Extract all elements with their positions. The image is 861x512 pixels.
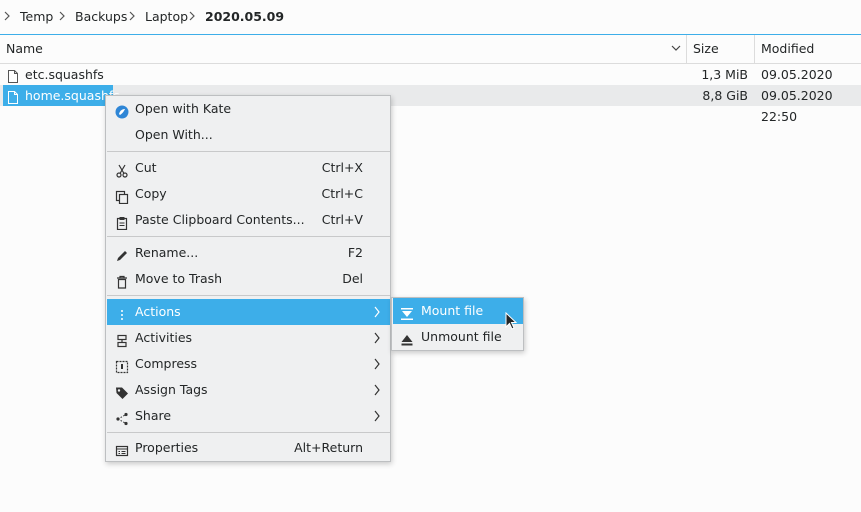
menu-item-label: Move to Trash xyxy=(135,271,223,286)
scissors-icon xyxy=(115,161,129,178)
menu-item-shortcut: Alt+Return xyxy=(294,440,363,455)
breadcrumb-label: Backups xyxy=(75,9,128,24)
menu-item-label: Compress xyxy=(135,356,198,371)
submenu-item-unmount-file[interactable]: Unmount file xyxy=(393,324,523,350)
breadcrumb-item-laptop[interactable]: Laptop xyxy=(129,8,188,26)
menu-item-share[interactable]: Share xyxy=(107,403,390,429)
share-icon xyxy=(115,409,129,426)
menu-item-shortcut: Del xyxy=(342,271,363,286)
chevron-right-icon xyxy=(4,8,16,26)
kate-icon xyxy=(115,102,129,119)
menu-item-cut[interactable]: Cut Ctrl+X xyxy=(107,155,390,181)
menu-item-shortcut: F2 xyxy=(347,245,363,260)
file-row[interactable]: etc.squashfs 1,3 MiB 09.05.2020 23:09 xyxy=(0,64,861,103)
menu-item-rename[interactable]: Rename... F2 xyxy=(107,240,390,266)
menu-item-assign-tags[interactable]: Assign Tags xyxy=(107,377,390,403)
properties-icon xyxy=(115,441,129,457)
submenu-item-label: Mount file xyxy=(421,303,484,318)
pencil-icon xyxy=(115,246,129,261)
menu-item-paste[interactable]: Paste Clipboard Contents... Ctrl+V xyxy=(107,207,390,233)
trash-icon xyxy=(115,272,129,289)
column-header: Name Size Modified xyxy=(0,35,861,64)
kebab-menu-icon xyxy=(115,305,129,320)
menu-item-actions[interactable]: Actions xyxy=(107,299,390,325)
menu-item-label: Paste Clipboard Contents... xyxy=(135,212,305,227)
file-modified: 09.05.2020 22:50 xyxy=(761,88,833,124)
breadcrumb-label: 2020.05.09 xyxy=(205,9,285,24)
menu-separator xyxy=(107,432,390,433)
menu-item-shortcut: Ctrl+X xyxy=(321,160,363,175)
menu-item-label: Open With... xyxy=(135,127,213,142)
chevron-right-icon xyxy=(189,8,201,26)
menu-separator xyxy=(107,236,390,237)
menu-item-label: Rename... xyxy=(135,245,199,260)
chevron-right-icon xyxy=(129,8,141,26)
menu-item-label: Share xyxy=(135,408,172,423)
menu-item-label: Activities xyxy=(135,330,193,345)
breadcrumb-item-current[interactable]: 2020.05.09 xyxy=(189,8,284,26)
column-divider[interactable] xyxy=(686,35,687,63)
menu-item-move-to-trash[interactable]: Move to Trash Del xyxy=(107,266,390,292)
menu-item-label: Cut xyxy=(135,160,157,175)
context-menu: Open with Kate Open With... Cut Ctrl+X C… xyxy=(105,95,391,462)
menu-item-open-with-kate[interactable]: Open with Kate xyxy=(107,96,390,122)
breadcrumb-label: Temp xyxy=(20,9,54,24)
chevron-right-icon xyxy=(59,8,71,26)
breadcrumb-label: Laptop xyxy=(145,9,189,24)
submenu-item-mount-file[interactable]: Mount file xyxy=(393,298,523,324)
menu-separator xyxy=(107,295,390,296)
file-name: etc.squashfs xyxy=(25,67,104,82)
menu-item-label: Properties xyxy=(135,440,199,455)
menu-item-label: Copy xyxy=(135,186,167,201)
column-name-header[interactable]: Name xyxy=(6,35,43,63)
mount-icon xyxy=(400,304,414,320)
tag-icon xyxy=(115,383,129,399)
breadcrumb-item-temp[interactable]: Temp xyxy=(4,8,53,26)
file-icon xyxy=(8,68,18,83)
menu-item-shortcut: Ctrl+C xyxy=(321,186,363,201)
menu-item-compress[interactable]: Compress xyxy=(107,351,390,377)
mouse-pointer-icon xyxy=(505,311,519,332)
eject-icon xyxy=(400,330,414,346)
archive-icon xyxy=(115,357,129,374)
menu-item-label: Actions xyxy=(135,304,181,319)
menu-item-activities[interactable]: Activities xyxy=(107,325,390,351)
submenu-item-label: Unmount file xyxy=(421,329,502,344)
menu-item-shortcut: Ctrl+V xyxy=(321,212,363,227)
sort-chevron-down-icon[interactable] xyxy=(668,35,684,63)
clipboard-icon xyxy=(115,213,129,231)
column-modified-header[interactable]: Modified xyxy=(761,35,814,63)
column-size-header[interactable]: Size xyxy=(693,35,719,63)
menu-item-label: Open with Kate xyxy=(135,101,232,116)
menu-item-open-with[interactable]: Open With... xyxy=(107,122,390,148)
activities-icon xyxy=(115,331,129,348)
file-size: 1,3 MiB xyxy=(701,67,748,82)
copy-icon xyxy=(115,187,129,205)
menu-item-copy[interactable]: Copy Ctrl+C xyxy=(107,181,390,207)
column-divider[interactable] xyxy=(754,35,755,63)
menu-item-properties[interactable]: Properties Alt+Return xyxy=(107,435,390,461)
file-icon xyxy=(8,89,18,104)
breadcrumb: Temp Backups Laptop 2020.05.09 xyxy=(0,0,861,35)
breadcrumb-item-backups[interactable]: Backups xyxy=(59,8,127,26)
menu-separator xyxy=(107,151,390,152)
menu-item-label: Assign Tags xyxy=(135,382,208,397)
file-size: 8,8 GiB xyxy=(702,88,748,103)
